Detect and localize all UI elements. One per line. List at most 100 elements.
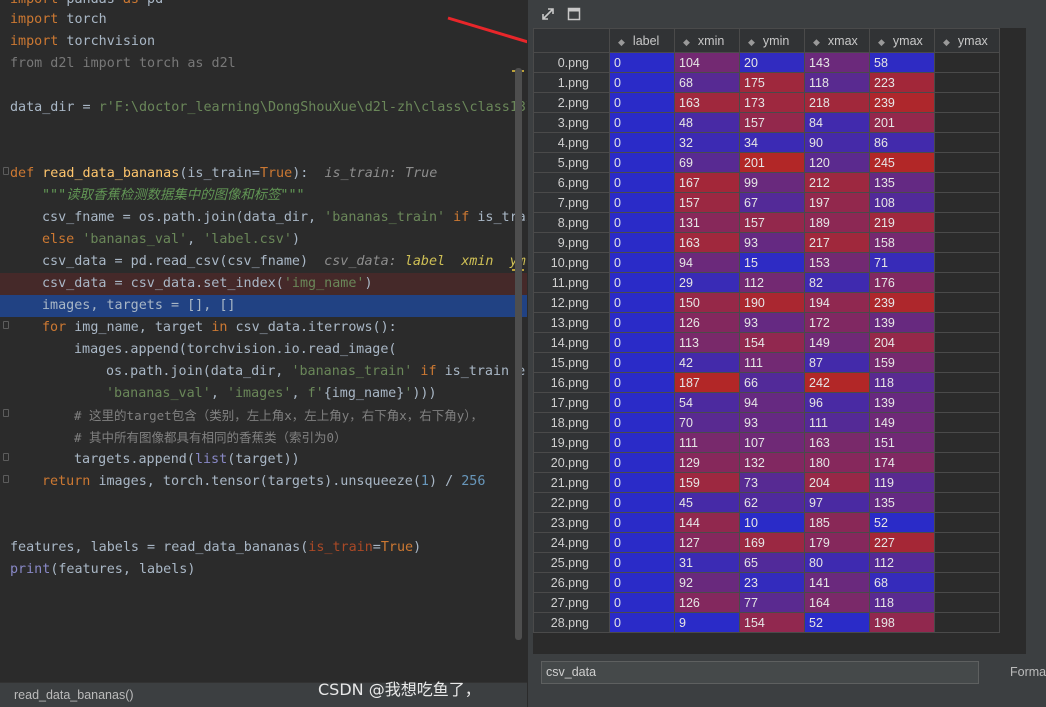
table-row[interactable]: 7.png 0 157 67 197 108 bbox=[533, 192, 1000, 213]
table-cell[interactable]: 176 bbox=[869, 272, 935, 293]
table-cell[interactable]: 82 bbox=[804, 272, 870, 293]
table-cell[interactable]: 68 bbox=[674, 72, 740, 93]
table-cell[interactable]: 154 bbox=[739, 332, 805, 353]
table-cell[interactable]: 0 bbox=[609, 592, 675, 613]
sort-icon[interactable]: ◆ bbox=[683, 37, 690, 47]
table-cell[interactable]: 185 bbox=[804, 512, 870, 533]
table-row[interactable]: 13.png 0 126 93 172 139 bbox=[533, 312, 1000, 333]
table-cell[interactable]: 0 bbox=[609, 132, 675, 153]
table-cell[interactable]: 245 bbox=[869, 152, 935, 173]
table-cell[interactable]: 45 bbox=[674, 492, 740, 513]
table-cell[interactable]: 153 bbox=[804, 252, 870, 273]
table-cell[interactable]: 96 bbox=[804, 392, 870, 413]
table-row[interactable]: 3.png 0 48 157 84 201 bbox=[533, 112, 1000, 133]
table-cell[interactable]: 104 bbox=[674, 52, 740, 73]
table-cell[interactable]: 172 bbox=[804, 312, 870, 333]
table-cell[interactable]: 0 bbox=[609, 152, 675, 173]
table-cell[interactable]: 0 bbox=[609, 172, 675, 193]
table-cell[interactable]: 201 bbox=[739, 152, 805, 173]
table-cell[interactable]: 150 bbox=[674, 292, 740, 313]
table-cell[interactable]: 173 bbox=[739, 92, 805, 113]
table-row[interactable]: 14.png 0 113 154 149 204 bbox=[533, 332, 1000, 353]
table-cell[interactable]: 65 bbox=[739, 552, 805, 573]
table-cell[interactable]: 29 bbox=[674, 272, 740, 293]
table-cell[interactable]: 70 bbox=[674, 412, 740, 433]
table-cell[interactable]: 163 bbox=[674, 232, 740, 253]
table-cell[interactable]: 219 bbox=[869, 212, 935, 233]
sort-icon[interactable]: ◆ bbox=[878, 37, 885, 47]
table-cell[interactable]: 0 bbox=[609, 512, 675, 533]
table-cell[interactable]: 0 bbox=[609, 52, 675, 73]
table-row[interactable]: 22.png 0 45 62 97 135 bbox=[533, 492, 1000, 513]
table-row[interactable]: 1.png 0 68 175 118 223 bbox=[533, 72, 1000, 93]
table-cell[interactable]: 157 bbox=[674, 192, 740, 213]
fold-marker-icon[interactable] bbox=[3, 453, 9, 461]
table-cell[interactable]: 93 bbox=[739, 412, 805, 433]
table-cell[interactable]: 0 bbox=[609, 492, 675, 513]
table-cell[interactable]: 84 bbox=[804, 112, 870, 133]
table-cell[interactable]: 174 bbox=[869, 452, 935, 473]
table-cell[interactable]: 87 bbox=[804, 352, 870, 373]
table-cell[interactable]: 34 bbox=[739, 132, 805, 153]
table-row[interactable]: 18.png 0 70 93 111 149 bbox=[533, 412, 1000, 433]
table-cell[interactable]: 227 bbox=[869, 532, 935, 553]
table-cell[interactable]: 217 bbox=[804, 232, 870, 253]
table-row[interactable]: 9.png 0 163 93 217 158 bbox=[533, 232, 1000, 253]
table-cell[interactable]: 159 bbox=[869, 352, 935, 373]
table-row[interactable]: 20.png 0 129 132 180 174 bbox=[533, 452, 1000, 473]
table-cell[interactable]: 111 bbox=[674, 432, 740, 453]
table-cell[interactable]: 126 bbox=[674, 592, 740, 613]
table-cell[interactable]: 189 bbox=[804, 212, 870, 233]
table-cell[interactable]: 0 bbox=[609, 212, 675, 233]
table-cell[interactable]: 0 bbox=[609, 232, 675, 253]
table-cell[interactable]: 10 bbox=[739, 512, 805, 533]
table-cell[interactable]: 48 bbox=[674, 112, 740, 133]
table-row[interactable]: 5.png 0 69 201 120 245 bbox=[533, 152, 1000, 173]
table-cell[interactable]: 0 bbox=[609, 292, 675, 313]
table-row[interactable]: 25.png 0 31 65 80 112 bbox=[533, 552, 1000, 573]
table-row[interactable]: 10.png 0 94 15 153 71 bbox=[533, 252, 1000, 273]
fold-marker-icon[interactable] bbox=[3, 321, 9, 329]
table-cell[interactable]: 0 bbox=[609, 612, 675, 633]
table-cell[interactable]: 149 bbox=[869, 412, 935, 433]
table-cell[interactable]: 126 bbox=[674, 312, 740, 333]
table-cell[interactable]: 86 bbox=[869, 132, 935, 153]
table-cell[interactable]: 94 bbox=[739, 392, 805, 413]
table-cell[interactable]: 69 bbox=[674, 152, 740, 173]
table-cell[interactable]: 201 bbox=[869, 112, 935, 133]
table-cell[interactable]: 112 bbox=[739, 272, 805, 293]
column-header-xmax[interactable]: ◆ xmax bbox=[804, 28, 870, 53]
table-row[interactable]: 6.png 0 167 99 212 135 bbox=[533, 172, 1000, 193]
table-cell[interactable]: 132 bbox=[739, 452, 805, 473]
table-cell[interactable]: 239 bbox=[869, 92, 935, 113]
table-cell[interactable]: 71 bbox=[869, 252, 935, 273]
table-cell[interactable]: 108 bbox=[869, 192, 935, 213]
table-cell[interactable]: 0 bbox=[609, 432, 675, 453]
table-cell[interactable]: 212 bbox=[804, 172, 870, 193]
table-row[interactable]: 27.png 0 126 77 164 118 bbox=[533, 592, 1000, 613]
table-cell[interactable]: 135 bbox=[869, 172, 935, 193]
editor-scrollbar[interactable] bbox=[515, 68, 522, 640]
sort-icon[interactable]: ◆ bbox=[618, 37, 625, 47]
table-cell[interactable]: 0 bbox=[609, 332, 675, 353]
table-cell[interactable]: 135 bbox=[869, 492, 935, 513]
table-cell[interactable]: 0 bbox=[609, 572, 675, 593]
table-row[interactable]: 15.png 0 42 111 87 159 bbox=[533, 352, 1000, 373]
expression-input[interactable]: csv_data bbox=[541, 661, 979, 684]
table-cell[interactable]: 0 bbox=[609, 252, 675, 273]
table-cell[interactable]: 197 bbox=[804, 192, 870, 213]
table-cell[interactable]: 32 bbox=[674, 132, 740, 153]
code-editor[interactable]: import pandas as pd import torch import … bbox=[0, 0, 527, 682]
column-header-xmin[interactable]: ◆ xmin bbox=[674, 28, 740, 53]
table-cell[interactable]: 68 bbox=[869, 572, 935, 593]
table-cell[interactable]: 143 bbox=[804, 52, 870, 73]
dataframe-table-container[interactable]: ◆ label ◆ xmin ◆ ymin ◆ xmax ◆ ymax ◆ ymax 0.png 0 10… bbox=[533, 28, 1026, 654]
table-cell[interactable]: 92 bbox=[674, 572, 740, 593]
table-cell[interactable]: 198 bbox=[869, 612, 935, 633]
table-cell[interactable]: 175 bbox=[739, 72, 805, 93]
breadcrumb[interactable]: read_data_bananas() bbox=[14, 688, 134, 702]
column-header-ymax[interactable]: ◆ ymax bbox=[869, 28, 935, 53]
table-cell[interactable]: 141 bbox=[804, 572, 870, 593]
table-cell[interactable]: 54 bbox=[674, 392, 740, 413]
table-cell[interactable]: 194 bbox=[804, 292, 870, 313]
